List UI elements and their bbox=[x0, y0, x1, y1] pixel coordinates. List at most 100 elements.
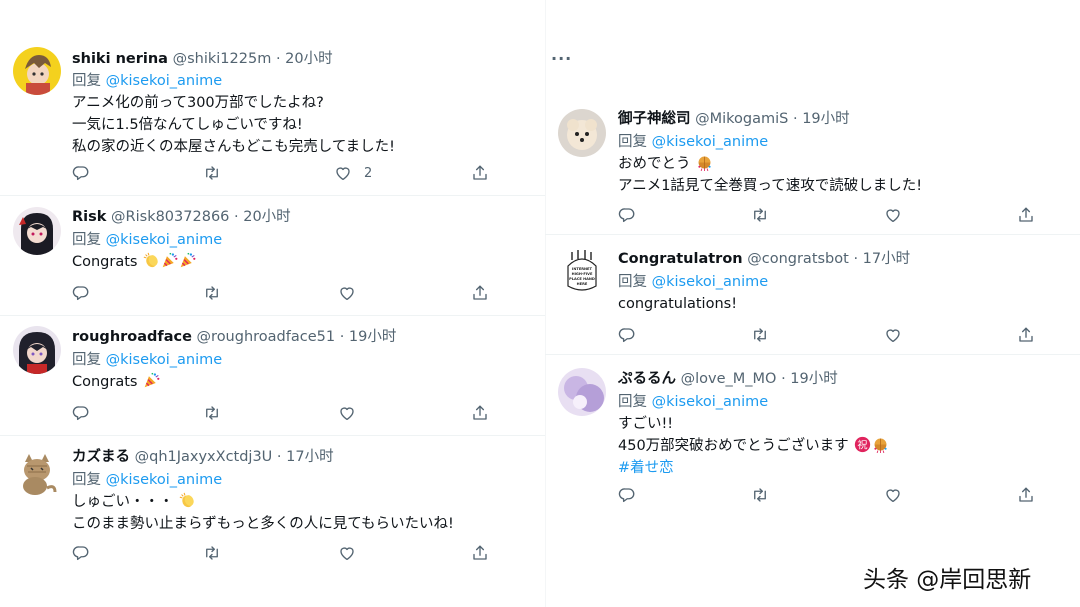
reply-tweet[interactable]: カズまる @qh1JaxyxXctdj3U · 17小时 回复 @kisekoi… bbox=[0, 436, 545, 586]
like-icon bbox=[338, 544, 356, 562]
mention-link[interactable]: @kisekoi_anime bbox=[106, 352, 223, 368]
reply-button[interactable] bbox=[618, 485, 636, 505]
retweet-button[interactable] bbox=[203, 283, 221, 303]
tweet-text-line: アニメ1話見て全巻買って速攻で読破しました! bbox=[618, 178, 923, 194]
mention-link[interactable]: @kisekoi_anime bbox=[652, 394, 769, 410]
like-button[interactable] bbox=[884, 205, 902, 225]
tweet-text: しゅごい・・・ bbox=[72, 494, 174, 510]
timestamp[interactable]: 20小时 bbox=[243, 209, 290, 225]
reply-icon bbox=[618, 206, 636, 224]
retweet-button[interactable] bbox=[751, 485, 769, 505]
timestamp[interactable]: 17小时 bbox=[286, 449, 333, 465]
retweet-icon bbox=[203, 544, 221, 562]
retweet-icon bbox=[751, 326, 769, 344]
reply-button[interactable] bbox=[72, 403, 90, 423]
share-button[interactable] bbox=[1017, 325, 1035, 345]
display-name[interactable]: 御子神総司 bbox=[618, 111, 691, 127]
retweet-button[interactable] bbox=[203, 163, 221, 183]
user-handle[interactable]: @shiki1225m bbox=[173, 51, 272, 67]
display-name[interactable]: roughroadface bbox=[72, 329, 192, 345]
reply-button[interactable] bbox=[72, 283, 90, 303]
avatar[interactable] bbox=[558, 109, 606, 157]
like-icon bbox=[334, 164, 352, 182]
timestamp[interactable]: 19小时 bbox=[790, 371, 837, 387]
reply-button[interactable] bbox=[72, 543, 90, 563]
reply-icon bbox=[72, 404, 90, 422]
reply-tweet[interactable]: INTERNET HIGH-FIVE PLACE HAND HERE Congratu… bbox=[545, 235, 1080, 355]
tweet-actions bbox=[618, 485, 1038, 505]
tweet-header: ぷるるん @love_M_MO · 19小时 bbox=[618, 371, 838, 387]
user-handle[interactable]: @qh1JaxyxXctdj3U bbox=[135, 449, 273, 465]
tweet-text: おめでとう bbox=[618, 156, 691, 172]
reply-tweet[interactable]: ぷるるん @love_M_MO · 19小时 回复 @kisekoi_anime… bbox=[545, 355, 1080, 515]
reply-button[interactable] bbox=[618, 325, 636, 345]
confetti-ball-emoji bbox=[696, 154, 713, 171]
avatar[interactable]: INTERNET HIGH-FIVE PLACE HAND HERE bbox=[558, 246, 606, 294]
display-name[interactable]: カズまる bbox=[72, 449, 130, 465]
retweet-button[interactable] bbox=[751, 325, 769, 345]
user-handle[interactable]: @love_M_MO bbox=[681, 371, 777, 387]
party-popper-emoji bbox=[143, 372, 160, 389]
mention-link[interactable]: @kisekoi_anime bbox=[106, 73, 223, 89]
avatar[interactable] bbox=[13, 47, 61, 95]
watermark: 头条 @岸回思新 bbox=[863, 567, 1032, 593]
reply-prefix: 回复 bbox=[618, 394, 647, 410]
share-icon bbox=[471, 544, 489, 562]
like-button[interactable] bbox=[884, 325, 902, 345]
reply-tweet[interactable]: shiki nerina @shiki1225m · 20小时 回复 @kise… bbox=[0, 0, 545, 196]
mention-link[interactable]: @kisekoi_anime bbox=[106, 232, 223, 248]
mention-link[interactable]: @kisekoi_anime bbox=[652, 274, 769, 290]
user-handle[interactable]: @Risk80372866 bbox=[111, 209, 229, 225]
hashtag-link[interactable]: #着せ恋 bbox=[618, 457, 674, 479]
retweet-button[interactable] bbox=[751, 205, 769, 225]
share-button[interactable] bbox=[471, 543, 489, 563]
user-handle[interactable]: @roughroadface51 bbox=[197, 329, 336, 345]
like-button[interactable]: 2 bbox=[334, 163, 372, 183]
retweet-button[interactable] bbox=[203, 543, 221, 563]
reply-tweet[interactable]: 御子神総司 @MikogamiS · 19小时 回复 @kisekoi_anim… bbox=[545, 95, 1080, 235]
retweet-button[interactable] bbox=[203, 403, 221, 423]
reply-button[interactable] bbox=[618, 205, 636, 225]
like-button[interactable] bbox=[338, 403, 356, 423]
congratulations-ideograph-emoji bbox=[854, 436, 871, 453]
reply-tweet[interactable]: Risk @Risk80372866 · 20小时 回复 @kisekoi_an… bbox=[0, 196, 545, 316]
more-icon[interactable]: ··· bbox=[551, 49, 572, 68]
timestamp[interactable]: 19小时 bbox=[802, 111, 849, 127]
user-handle[interactable]: @MikogamiS bbox=[695, 111, 788, 127]
reply-button[interactable] bbox=[72, 163, 90, 183]
timestamp[interactable]: 17小时 bbox=[863, 251, 910, 267]
like-button[interactable] bbox=[338, 283, 356, 303]
reply-prefix: 回复 bbox=[618, 134, 647, 150]
display-name[interactable]: shiki nerina bbox=[72, 51, 168, 67]
svg-text:INTERNET: INTERNET bbox=[572, 267, 592, 271]
avatar[interactable] bbox=[13, 207, 61, 255]
share-icon bbox=[1017, 486, 1035, 504]
like-icon bbox=[338, 404, 356, 422]
tweet-header: shiki nerina @shiki1225m · 20小时 bbox=[72, 51, 333, 67]
clapping-hands-emoji bbox=[143, 252, 160, 269]
avatar[interactable] bbox=[13, 326, 61, 374]
share-button[interactable] bbox=[471, 283, 489, 303]
reply-prefix: 回复 bbox=[72, 352, 101, 368]
mention-link[interactable]: @kisekoi_anime bbox=[106, 472, 223, 488]
reply-prefix: 回复 bbox=[618, 274, 647, 290]
timestamp[interactable]: 20小时 bbox=[285, 51, 332, 67]
display-name[interactable]: Risk bbox=[72, 209, 106, 225]
share-button[interactable] bbox=[471, 163, 489, 183]
avatar[interactable] bbox=[13, 448, 61, 496]
reply-prefix: 回复 bbox=[72, 73, 101, 89]
reply-tweet[interactable]: roughroadface @roughroadface51 · 19小时 回复… bbox=[0, 316, 545, 436]
display-name[interactable]: Congratulatron bbox=[618, 251, 743, 267]
tweet-text: Congrats bbox=[72, 374, 138, 390]
display-name[interactable]: ぷるるん bbox=[618, 371, 676, 387]
timestamp[interactable]: 19小时 bbox=[349, 329, 396, 345]
like-button[interactable] bbox=[884, 485, 902, 505]
mention-link[interactable]: @kisekoi_anime bbox=[652, 134, 769, 150]
user-handle[interactable]: @congratsbot bbox=[747, 251, 849, 267]
share-icon bbox=[471, 404, 489, 422]
like-button[interactable] bbox=[338, 543, 356, 563]
share-button[interactable] bbox=[1017, 205, 1035, 225]
share-button[interactable] bbox=[1017, 485, 1035, 505]
share-button[interactable] bbox=[471, 403, 489, 423]
avatar[interactable] bbox=[558, 368, 606, 416]
